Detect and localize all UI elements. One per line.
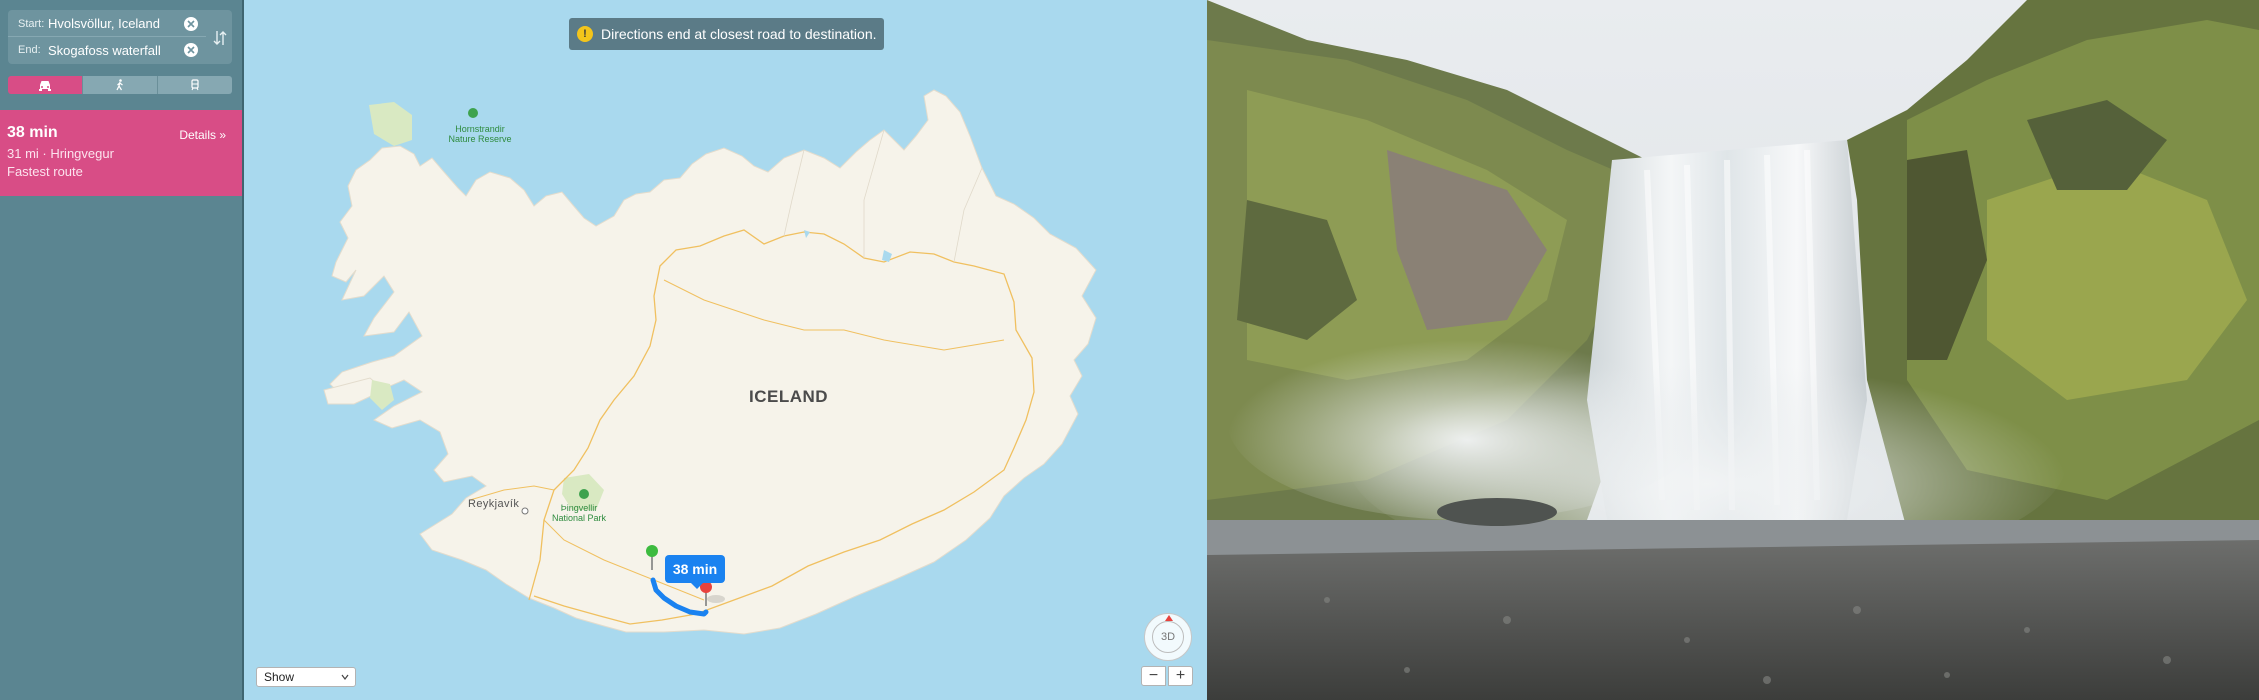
zoom-controls: − + (1141, 666, 1193, 688)
end-pin-icon[interactable] (699, 580, 729, 610)
start-input[interactable]: Hvolsvöllur, Iceland (48, 16, 184, 31)
thingvellir-label[interactable]: Þingvellir National Park (539, 503, 619, 523)
clear-end-icon[interactable] (184, 43, 198, 57)
end-field[interactable]: End: Skogafoss waterfall (8, 37, 206, 63)
chevron-down-icon (341, 674, 349, 680)
route-option[interactable]: 38 min Details » 31 mi · Hringvegur Fast… (0, 110, 242, 196)
show-dropdown-value: Show (264, 670, 295, 684)
route-distance: 31 mi · Hringvegur (7, 146, 114, 161)
country-label: ICELAND (749, 387, 829, 406)
route-type: Fastest route (7, 164, 83, 179)
show-dropdown[interactable]: Show (256, 667, 356, 687)
compass-inner: 3D (1152, 621, 1184, 653)
walk-icon (116, 79, 123, 91)
notice-text: Directions end at closest road to destin… (601, 26, 877, 42)
end-input[interactable]: Skogafoss waterfall (48, 43, 184, 58)
swap-icon[interactable] (212, 28, 228, 48)
car-icon (39, 81, 51, 91)
transport-mode-selector (8, 76, 232, 94)
start-field[interactable]: Start: Hvolsvöllur, Iceland (8, 11, 206, 37)
start-label: Start: (18, 17, 45, 30)
route-fields: Start: Hvolsvöllur, Iceland End: Skogafo… (8, 10, 232, 64)
details-link[interactable]: Details » (179, 128, 226, 142)
transit-tab[interactable] (158, 76, 232, 94)
zoom-out-button[interactable]: − (1141, 666, 1166, 686)
clear-start-icon[interactable] (184, 16, 198, 31)
map-view[interactable]: ! Directions end at closest road to dest… (244, 0, 1207, 700)
park-icon (468, 108, 478, 118)
waterfall-photo (1207, 0, 2259, 700)
hornstrandir-park-area (369, 102, 412, 146)
walking-tab[interactable] (83, 76, 158, 94)
park-icon (579, 489, 589, 499)
route-time: 38 min (7, 124, 58, 141)
start-pin-icon[interactable] (645, 544, 659, 572)
directions-notice: ! Directions end at closest road to dest… (569, 18, 884, 50)
end-label: End: (18, 44, 41, 56)
compass-label: 3D (1160, 631, 1176, 643)
city-label[interactable]: Reykjavík (468, 498, 519, 510)
zoom-in-button[interactable]: + (1168, 666, 1193, 686)
eta-bubble[interactable]: 38 min (665, 555, 725, 589)
compass-3d-button[interactable]: 3D (1144, 613, 1192, 661)
transit-icon (191, 79, 199, 91)
north-indicator-icon (1165, 615, 1173, 621)
warning-icon: ! (577, 26, 593, 42)
directions-sidebar: Start: Hvolsvöllur, Iceland End: Skogafo… (0, 0, 244, 700)
hornstrandir-label[interactable]: Hornstrandir Nature Reserve (425, 124, 535, 144)
driving-tab[interactable] (8, 76, 83, 94)
